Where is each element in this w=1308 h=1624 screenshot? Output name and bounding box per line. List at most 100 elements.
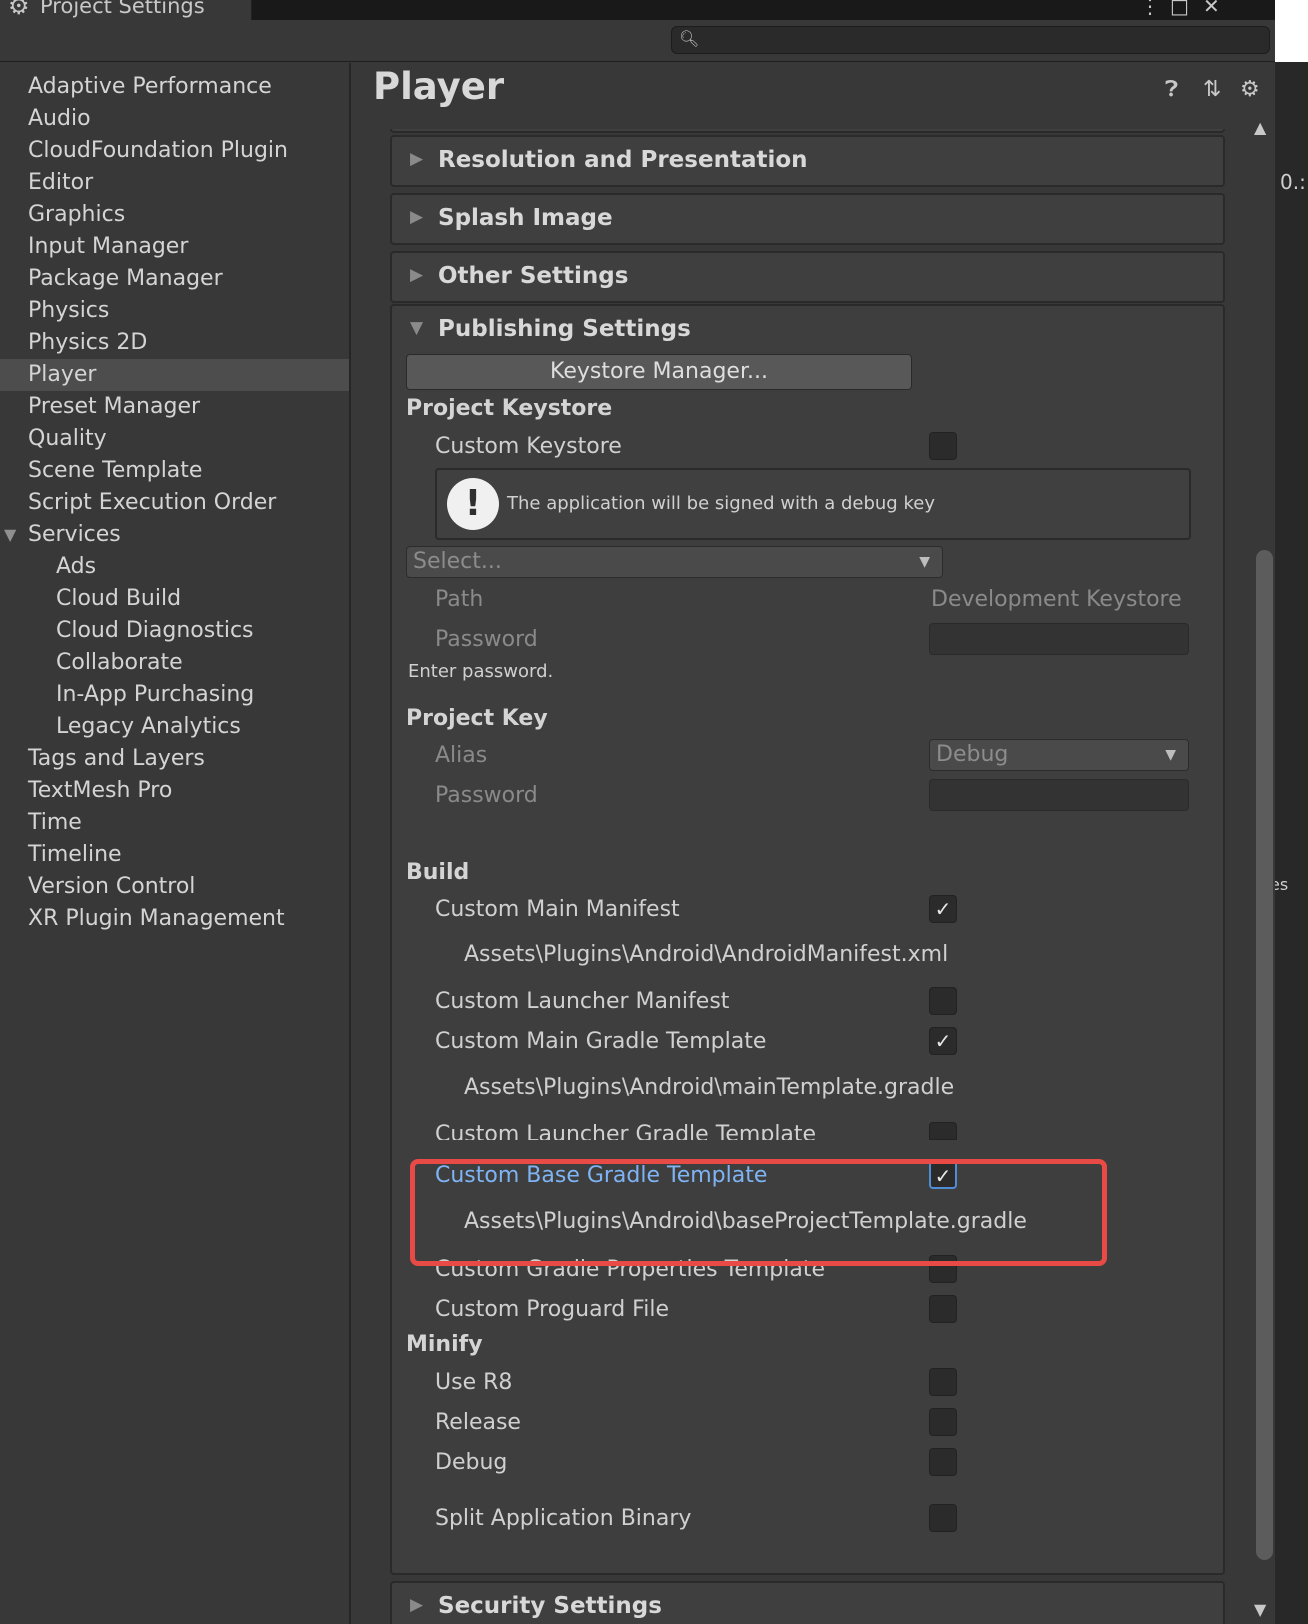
sidebar-item-textmesh-pro[interactable]: TextMesh Pro [0, 775, 349, 807]
sidebar-item-preset-manager[interactable]: Preset Manager [0, 391, 349, 423]
sidebar-item-scene-template[interactable]: Scene Template [0, 455, 349, 487]
gear-icon: ⚙ [8, 0, 30, 20]
help-box: ! The application will be signed with a … [435, 468, 1191, 540]
release-label: Release [435, 1410, 521, 1435]
expanded-arrow-icon[interactable]: ▼ [410, 318, 423, 338]
sidebar-item-adaptive-performance[interactable]: Adaptive Performance [0, 71, 349, 103]
sidebar-item-physics[interactable]: Physics [0, 295, 349, 327]
use-r8-checkbox[interactable] [929, 1368, 957, 1396]
enter-password-note: Enter password. [408, 661, 554, 682]
adjacent-text-fragment: 0.: [1280, 170, 1306, 194]
build-header: Build [406, 860, 470, 885]
keystore-select-dropdown[interactable]: Select... ▼ [406, 546, 943, 578]
alias-dropdown[interactable]: Debug ▼ [929, 739, 1189, 771]
sidebar-item-cloud-diagnostics[interactable]: Cloud Diagnostics [0, 615, 349, 647]
custom-keystore-checkbox[interactable] [929, 432, 957, 460]
split-binary-label: Split Application Binary [435, 1506, 692, 1531]
page-title: Player [373, 65, 505, 108]
search-box[interactable]: 🔍︎ [671, 26, 1270, 54]
highlight-annotation [410, 1159, 1107, 1266]
window-title: Project Settings [40, 0, 205, 18]
custom-keystore-label: Custom Keystore [435, 434, 622, 459]
foldout-other-settings[interactable]: ▶ Other Settings [390, 251, 1225, 303]
sidebar-item-editor[interactable]: Editor [0, 167, 349, 199]
scroll-up-arrow-icon[interactable]: ▲ [1254, 118, 1266, 137]
title-bar: ⚙ Project Settings ⋮ □ ✕ [0, 0, 1275, 20]
sidebar-item-graphics[interactable]: Graphics [0, 199, 349, 231]
minify-header: Minify [406, 1332, 483, 1357]
expand-triangle-icon[interactable]: ▼ [4, 519, 16, 551]
custom-main-manifest-label: Custom Main Manifest [435, 897, 680, 922]
collapsed-arrow-icon: ▶ [410, 149, 424, 169]
main-manifest-path: Assets\Plugins\Android\AndroidManifest.x… [464, 942, 949, 967]
help-icon[interactable]: ❓︎ [1165, 77, 1178, 102]
scrollbar-thumb[interactable] [1256, 550, 1273, 1560]
warning-icon: ! [447, 478, 499, 530]
foldout-publishing-settings: ▼ Publishing Settings Keystore Manager..… [390, 304, 1225, 1575]
sidebar-item-timeline[interactable]: Timeline [0, 839, 349, 871]
foldout-security-settings[interactable]: ▶ Security Settings [390, 1581, 1225, 1624]
password-label: Password [435, 627, 538, 652]
main-gradle-path: Assets\Plugins\Android\mainTemplate.grad… [464, 1075, 955, 1100]
project-key-header: Project Key [406, 706, 548, 731]
alias-label: Alias [435, 743, 488, 768]
search-icon: 🔍︎ [679, 29, 700, 48]
path-value: Development Keystore [931, 587, 1182, 612]
use-r8-label: Use R8 [435, 1370, 513, 1395]
help-message: The application will be signed with a de… [507, 493, 935, 514]
sidebar-item-version-control[interactable]: Version Control [0, 871, 349, 903]
preset-icon[interactable]: ⇅ [1203, 77, 1221, 102]
project-keystore-header: Project Keystore [406, 396, 613, 421]
custom-launcher-gradle-checkbox[interactable] [929, 1122, 957, 1140]
toolbar: 🔍︎ [0, 20, 1275, 62]
sidebar-item-audio[interactable]: Audio [0, 103, 349, 135]
sidebar-item-script-execution-order[interactable]: Script Execution Order [0, 487, 349, 519]
keystore-password-field[interactable] [929, 623, 1189, 655]
custom-main-gradle-label: Custom Main Gradle Template [435, 1029, 767, 1054]
sidebar-item-collaborate[interactable]: Collaborate [0, 647, 349, 679]
sidebar-item-xr-plugin-management[interactable]: XR Plugin Management [0, 903, 349, 935]
custom-launcher-manifest-checkbox[interactable] [929, 987, 957, 1015]
sidebar-item-in-app-purchasing[interactable]: In-App Purchasing [0, 679, 349, 711]
close-icon[interactable]: ✕ [1203, 0, 1220, 18]
key-password-field[interactable] [929, 779, 1189, 811]
dropdown-caret-icon: ▼ [1165, 747, 1176, 763]
sidebar-item-tags-and-layers[interactable]: Tags and Layers [0, 743, 349, 775]
sidebar-item-cloud-build[interactable]: Cloud Build [0, 583, 349, 615]
release-checkbox[interactable] [929, 1408, 957, 1436]
custom-main-manifest-checkbox[interactable]: ✓ [929, 895, 957, 923]
player-settings-panel: Player ❓︎ ⇅ ⚙ ▶ Resolution and Presentat… [353, 63, 1275, 1624]
debug-checkbox[interactable] [929, 1448, 957, 1476]
custom-proguard-checkbox[interactable] [929, 1295, 957, 1323]
sidebar-item-quality[interactable]: Quality [0, 423, 349, 455]
publishing-settings-title[interactable]: Publishing Settings [438, 316, 691, 342]
sidebar-item-legacy-analytics[interactable]: Legacy Analytics [0, 711, 349, 743]
sidebar-item-package-manager[interactable]: Package Manager [0, 263, 349, 295]
more-options-icon[interactable]: ⋮ [1140, 0, 1160, 18]
split-binary-checkbox[interactable] [929, 1504, 957, 1532]
maximize-icon[interactable]: □ [1170, 0, 1189, 18]
sidebar-item-input-manager[interactable]: Input Manager [0, 231, 349, 263]
search-input[interactable] [700, 29, 1260, 51]
adjacent-window-top [1275, 0, 1308, 62]
sidebar-item-cloudfoundation-plugin[interactable]: CloudFoundation Plugin [0, 135, 349, 167]
settings-icon[interactable]: ⚙ [1240, 77, 1260, 102]
custom-launcher-gradle-label: Custom Launcher Gradle Template [435, 1122, 817, 1140]
adjacent-window [1275, 0, 1308, 1624]
collapsed-arrow-icon: ▶ [410, 265, 424, 285]
custom-proguard-label: Custom Proguard File [435, 1297, 669, 1322]
sidebar-item-services[interactable]: ▼ Services [0, 519, 349, 551]
dropdown-caret-icon: ▼ [919, 554, 930, 570]
sidebar-item-player[interactable]: Player [0, 359, 349, 391]
path-label: Path [435, 587, 484, 612]
foldout-resolution[interactable]: ▶ Resolution and Presentation [390, 135, 1225, 187]
sidebar-item-physics-2d[interactable]: Physics 2D [0, 327, 349, 359]
foldout-splash-image[interactable]: ▶ Splash Image [390, 193, 1225, 245]
keystore-manager-button[interactable]: Keystore Manager... [406, 354, 912, 390]
project-settings-tab[interactable]: ⚙ Project Settings [0, 0, 252, 20]
custom-main-gradle-checkbox[interactable]: ✓ [929, 1027, 957, 1055]
sidebar-item-time[interactable]: Time [0, 807, 349, 839]
collapsed-arrow-icon: ▶ [410, 1595, 424, 1615]
sidebar-item-ads[interactable]: Ads [0, 551, 349, 583]
scroll-down-arrow-icon[interactable]: ▼ [1254, 1600, 1266, 1619]
